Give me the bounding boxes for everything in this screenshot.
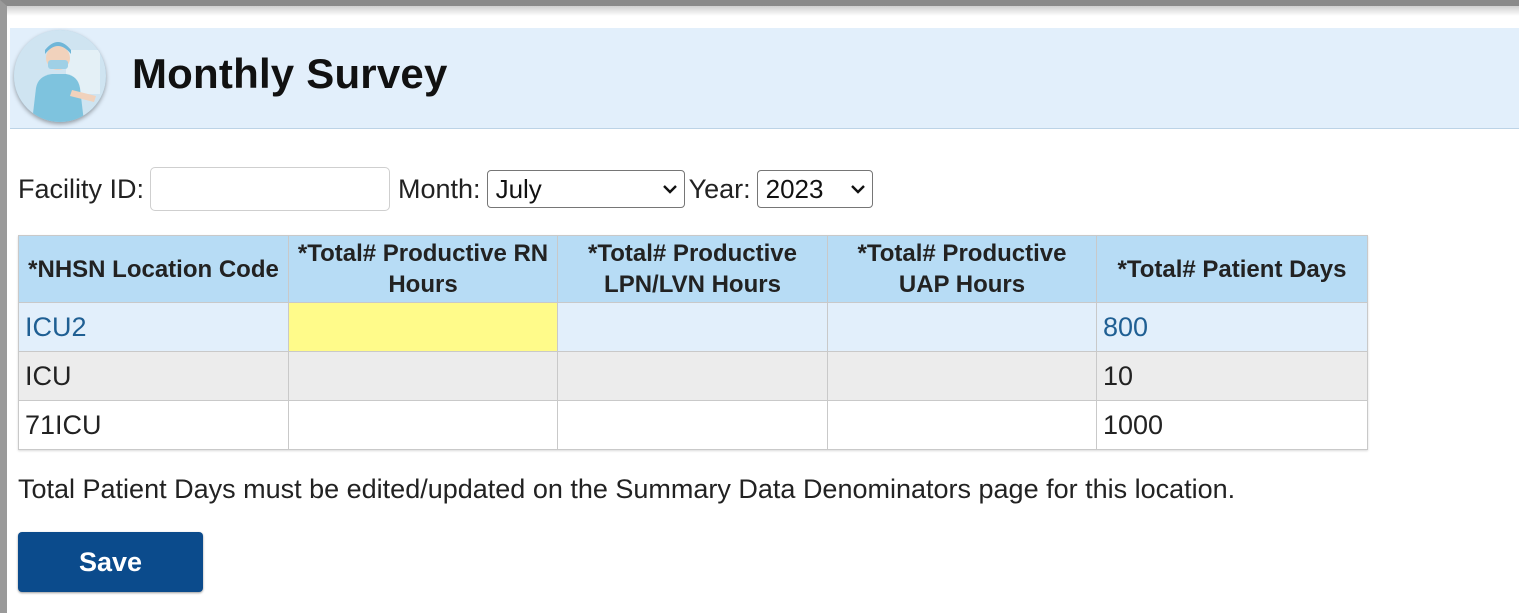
patient-days-cell: 800 <box>1096 302 1368 352</box>
table-row: 71ICU 1000 <box>18 400 1368 450</box>
patient-days-cell: 1000 <box>1096 400 1368 450</box>
year-label: Year: <box>688 173 751 204</box>
column-header-lpn-hours: *Total# Productive LPN/LVN Hours <box>557 235 828 303</box>
rn-hours-input[interactable] <box>288 400 558 450</box>
uap-hours-input[interactable] <box>827 302 1097 352</box>
location-code-cell: 71ICU <box>18 400 289 450</box>
column-header-patient-days: *Total# Patient Days <box>1096 235 1368 303</box>
rn-hours-input[interactable] <box>288 351 558 401</box>
month-select[interactable]: July <box>486 170 685 208</box>
column-header-location: *NHSN Location Code <box>18 235 289 303</box>
table-row: ICU2 800 <box>18 302 1368 352</box>
table-header-row: *NHSN Location Code *Total# Productive R… <box>18 235 1368 303</box>
filter-bar: Facility ID: Month: July Year: 2023 <box>18 166 873 212</box>
facility-id-label: Facility ID: <box>18 173 145 204</box>
chevron-down-icon <box>662 185 677 194</box>
location-code-cell: ICU <box>18 351 289 401</box>
uap-hours-input[interactable] <box>827 400 1097 450</box>
lpn-hours-input[interactable] <box>557 400 828 450</box>
column-header-rn-hours: *Total# Productive RN Hours <box>288 235 558 303</box>
save-button[interactable]: Save <box>18 532 203 592</box>
patient-days-note: Total Patient Days must be edited/update… <box>18 474 1236 504</box>
lpn-hours-input[interactable] <box>557 302 828 352</box>
table-row: ICU 10 <box>18 351 1368 401</box>
lpn-hours-input[interactable] <box>557 351 828 401</box>
month-select-value: July <box>495 173 542 204</box>
chevron-down-icon <box>850 185 865 194</box>
uap-hours-input[interactable] <box>827 351 1097 401</box>
patient-days-cell: 10 <box>1096 351 1368 401</box>
month-label: Month: <box>398 173 481 204</box>
year-select-value: 2023 <box>765 173 824 204</box>
page-header: Monthly Survey <box>10 28 1519 129</box>
nurse-avatar-icon <box>14 30 106 122</box>
year-select[interactable]: 2023 <box>756 170 873 208</box>
location-code-cell: ICU2 <box>18 302 289 352</box>
facility-id-input[interactable] <box>150 167 391 211</box>
rn-hours-input[interactable] <box>288 302 558 352</box>
page-title: Monthly Survey <box>132 50 448 97</box>
survey-table: *NHSN Location Code *Total# Productive R… <box>18 235 1368 450</box>
column-header-uap-hours: *Total# Productive UAP Hours <box>827 235 1097 303</box>
